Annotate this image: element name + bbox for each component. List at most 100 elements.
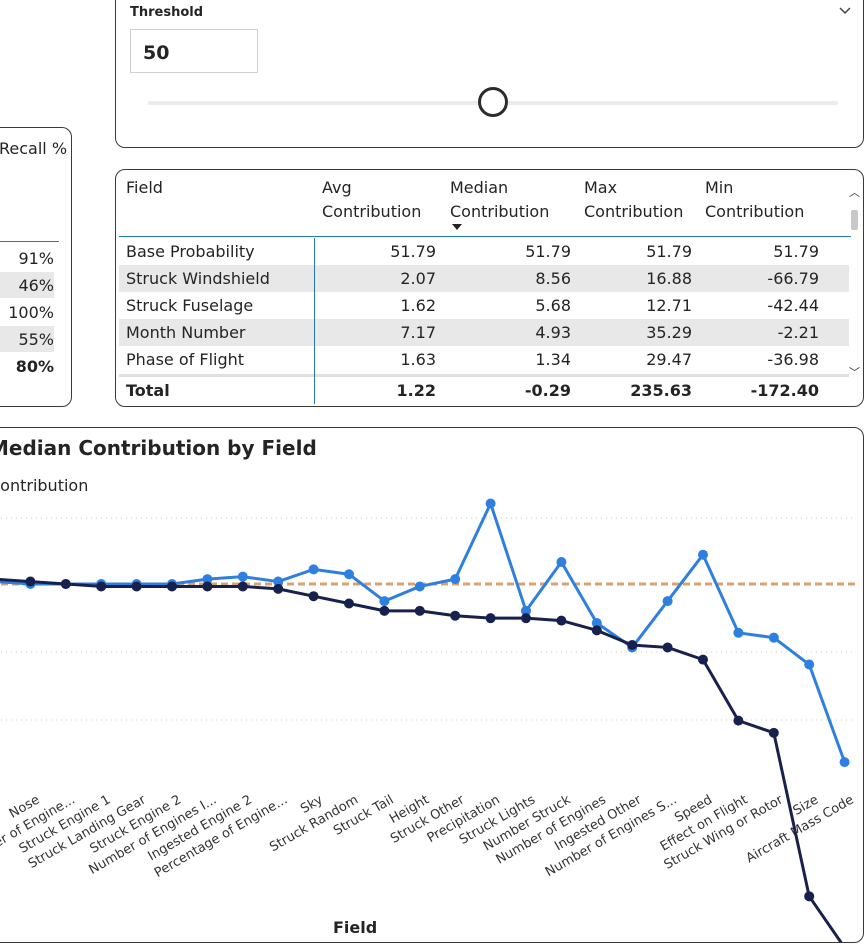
cell-min: -172.40 <box>750 381 819 400</box>
cell-avg: 1.22 <box>396 381 436 400</box>
data-point <box>662 642 673 653</box>
data-point <box>556 615 567 626</box>
column-header-min[interactable]: Min Contribution <box>705 176 804 224</box>
column-separator <box>314 238 315 404</box>
data-point <box>662 596 673 607</box>
data-point <box>237 581 248 592</box>
column-header-max-line1: Max <box>584 178 618 197</box>
sort-descending-icon <box>452 224 462 230</box>
chart-title: Median Contribution by Field <box>0 436 317 460</box>
data-point <box>414 581 425 592</box>
data-point <box>25 576 36 587</box>
data-point <box>733 715 744 726</box>
column-header-median-line1: Median <box>450 178 509 197</box>
data-point <box>308 591 319 602</box>
recall-table: Recall % 91% 46% 100% 55% 80% <box>0 127 72 407</box>
column-header-field[interactable]: Field <box>126 176 163 200</box>
cell-median: 8.56 <box>535 269 571 288</box>
data-point <box>804 659 815 670</box>
data-point <box>485 498 496 509</box>
cell-field: Base Probability <box>126 242 255 261</box>
cell-avg: 2.07 <box>400 269 436 288</box>
cell-avg: 1.62 <box>400 296 436 315</box>
threshold-slider-handle[interactable] <box>478 87 508 117</box>
column-header-min-line1: Min <box>705 178 734 197</box>
data-point <box>202 581 213 592</box>
cell-max: 12.71 <box>646 296 692 315</box>
column-header-max[interactable]: Max Contribution <box>584 176 683 224</box>
data-point <box>804 891 815 902</box>
data-point <box>237 571 248 582</box>
data-point <box>591 625 602 636</box>
column-header-avg[interactable]: Avg Contribution <box>322 176 421 224</box>
recall-header: Recall % <box>0 139 68 158</box>
cell-min: -66.79 <box>767 269 819 288</box>
cell-median: -0.29 <box>524 381 571 400</box>
data-point <box>344 598 354 609</box>
data-point <box>379 596 390 607</box>
scroll-down-icon[interactable]: ﹀ <box>849 364 860 380</box>
header-rule <box>119 236 851 237</box>
threshold-value-input[interactable]: 50 <box>130 29 258 73</box>
cell-max: 51.79 <box>646 242 692 261</box>
recall-row: 46% <box>0 272 54 298</box>
data-point <box>521 613 531 624</box>
threshold-title: Threshold <box>130 5 204 20</box>
data-point <box>379 605 390 616</box>
chevron-down-icon[interactable] <box>837 3 853 17</box>
series-line-1 <box>0 501 847 763</box>
column-header-max-line2: Contribution <box>584 202 684 221</box>
series-line-2 <box>0 577 843 942</box>
recall-row: 91% <box>18 249 54 268</box>
column-header-median[interactable]: Median Contribution <box>450 176 549 224</box>
data-point <box>485 613 496 624</box>
data-point <box>131 581 142 592</box>
cell-max: 235.63 <box>630 381 692 400</box>
cell-avg: 7.17 <box>400 323 436 342</box>
chart-canvas: NoseNumber of Engine...Struck Engine 1St… <box>0 498 857 942</box>
chart-y-axis-label: Contribution <box>0 476 89 495</box>
table-row: Base Probability 51.79 51.79 51.79 51.79 <box>119 238 849 265</box>
data-point <box>768 727 779 738</box>
data-point <box>450 610 461 621</box>
scroll-up-icon[interactable]: ︿ <box>849 184 860 200</box>
chart-x-axis-label: Field <box>333 918 378 937</box>
cell-min: -2.21 <box>777 323 819 342</box>
data-point <box>60 579 71 589</box>
table-row: Phase of Flight 1.63 1.34 29.47 -36.98 <box>119 346 849 373</box>
data-point <box>308 564 319 575</box>
data-point <box>414 605 425 616</box>
threshold-slicer: Threshold 50 <box>115 0 864 148</box>
column-header-median-line2: Contribution <box>450 202 550 221</box>
median-contribution-chart: Nose Number of Engine... Struck Engine 1 St… <box>0 427 864 943</box>
data-point <box>768 632 779 643</box>
cell-median: 4.93 <box>535 323 571 342</box>
column-header-avg-line2: Contribution <box>322 202 422 221</box>
data-point <box>273 583 284 594</box>
column-header-field-label: Field <box>126 178 163 197</box>
cell-min: -36.98 <box>767 350 819 369</box>
table-row: Month Number 7.17 4.93 35.29 -2.21 <box>119 319 849 346</box>
data-point <box>698 654 708 665</box>
recall-row: 100% <box>8 303 54 322</box>
recall-header-rule <box>0 241 59 242</box>
data-point <box>96 581 107 592</box>
data-point <box>167 581 177 592</box>
table-total-row: Total 1.22 -0.29 235.63 -172.40 <box>119 374 849 403</box>
recall-total: 80% <box>15 357 54 376</box>
cell-min: -42.44 <box>767 296 819 315</box>
data-point <box>344 569 354 580</box>
cell-avg: 51.79 <box>390 242 436 261</box>
data-point <box>698 549 708 560</box>
data-point <box>627 640 638 650</box>
data-point <box>556 557 567 568</box>
cell-avg: 1.63 <box>400 350 436 369</box>
table-row: Struck Fuselage 1.62 5.68 12.71 -42.44 <box>119 292 849 319</box>
cell-field: Struck Fuselage <box>126 296 254 315</box>
scrollbar-thumb[interactable] <box>851 210 858 230</box>
data-point <box>450 574 461 585</box>
cell-max: 29.47 <box>646 350 692 369</box>
recall-row: 55% <box>0 326 54 352</box>
cell-field: Struck Windshield <box>126 269 270 288</box>
data-point <box>839 757 850 768</box>
